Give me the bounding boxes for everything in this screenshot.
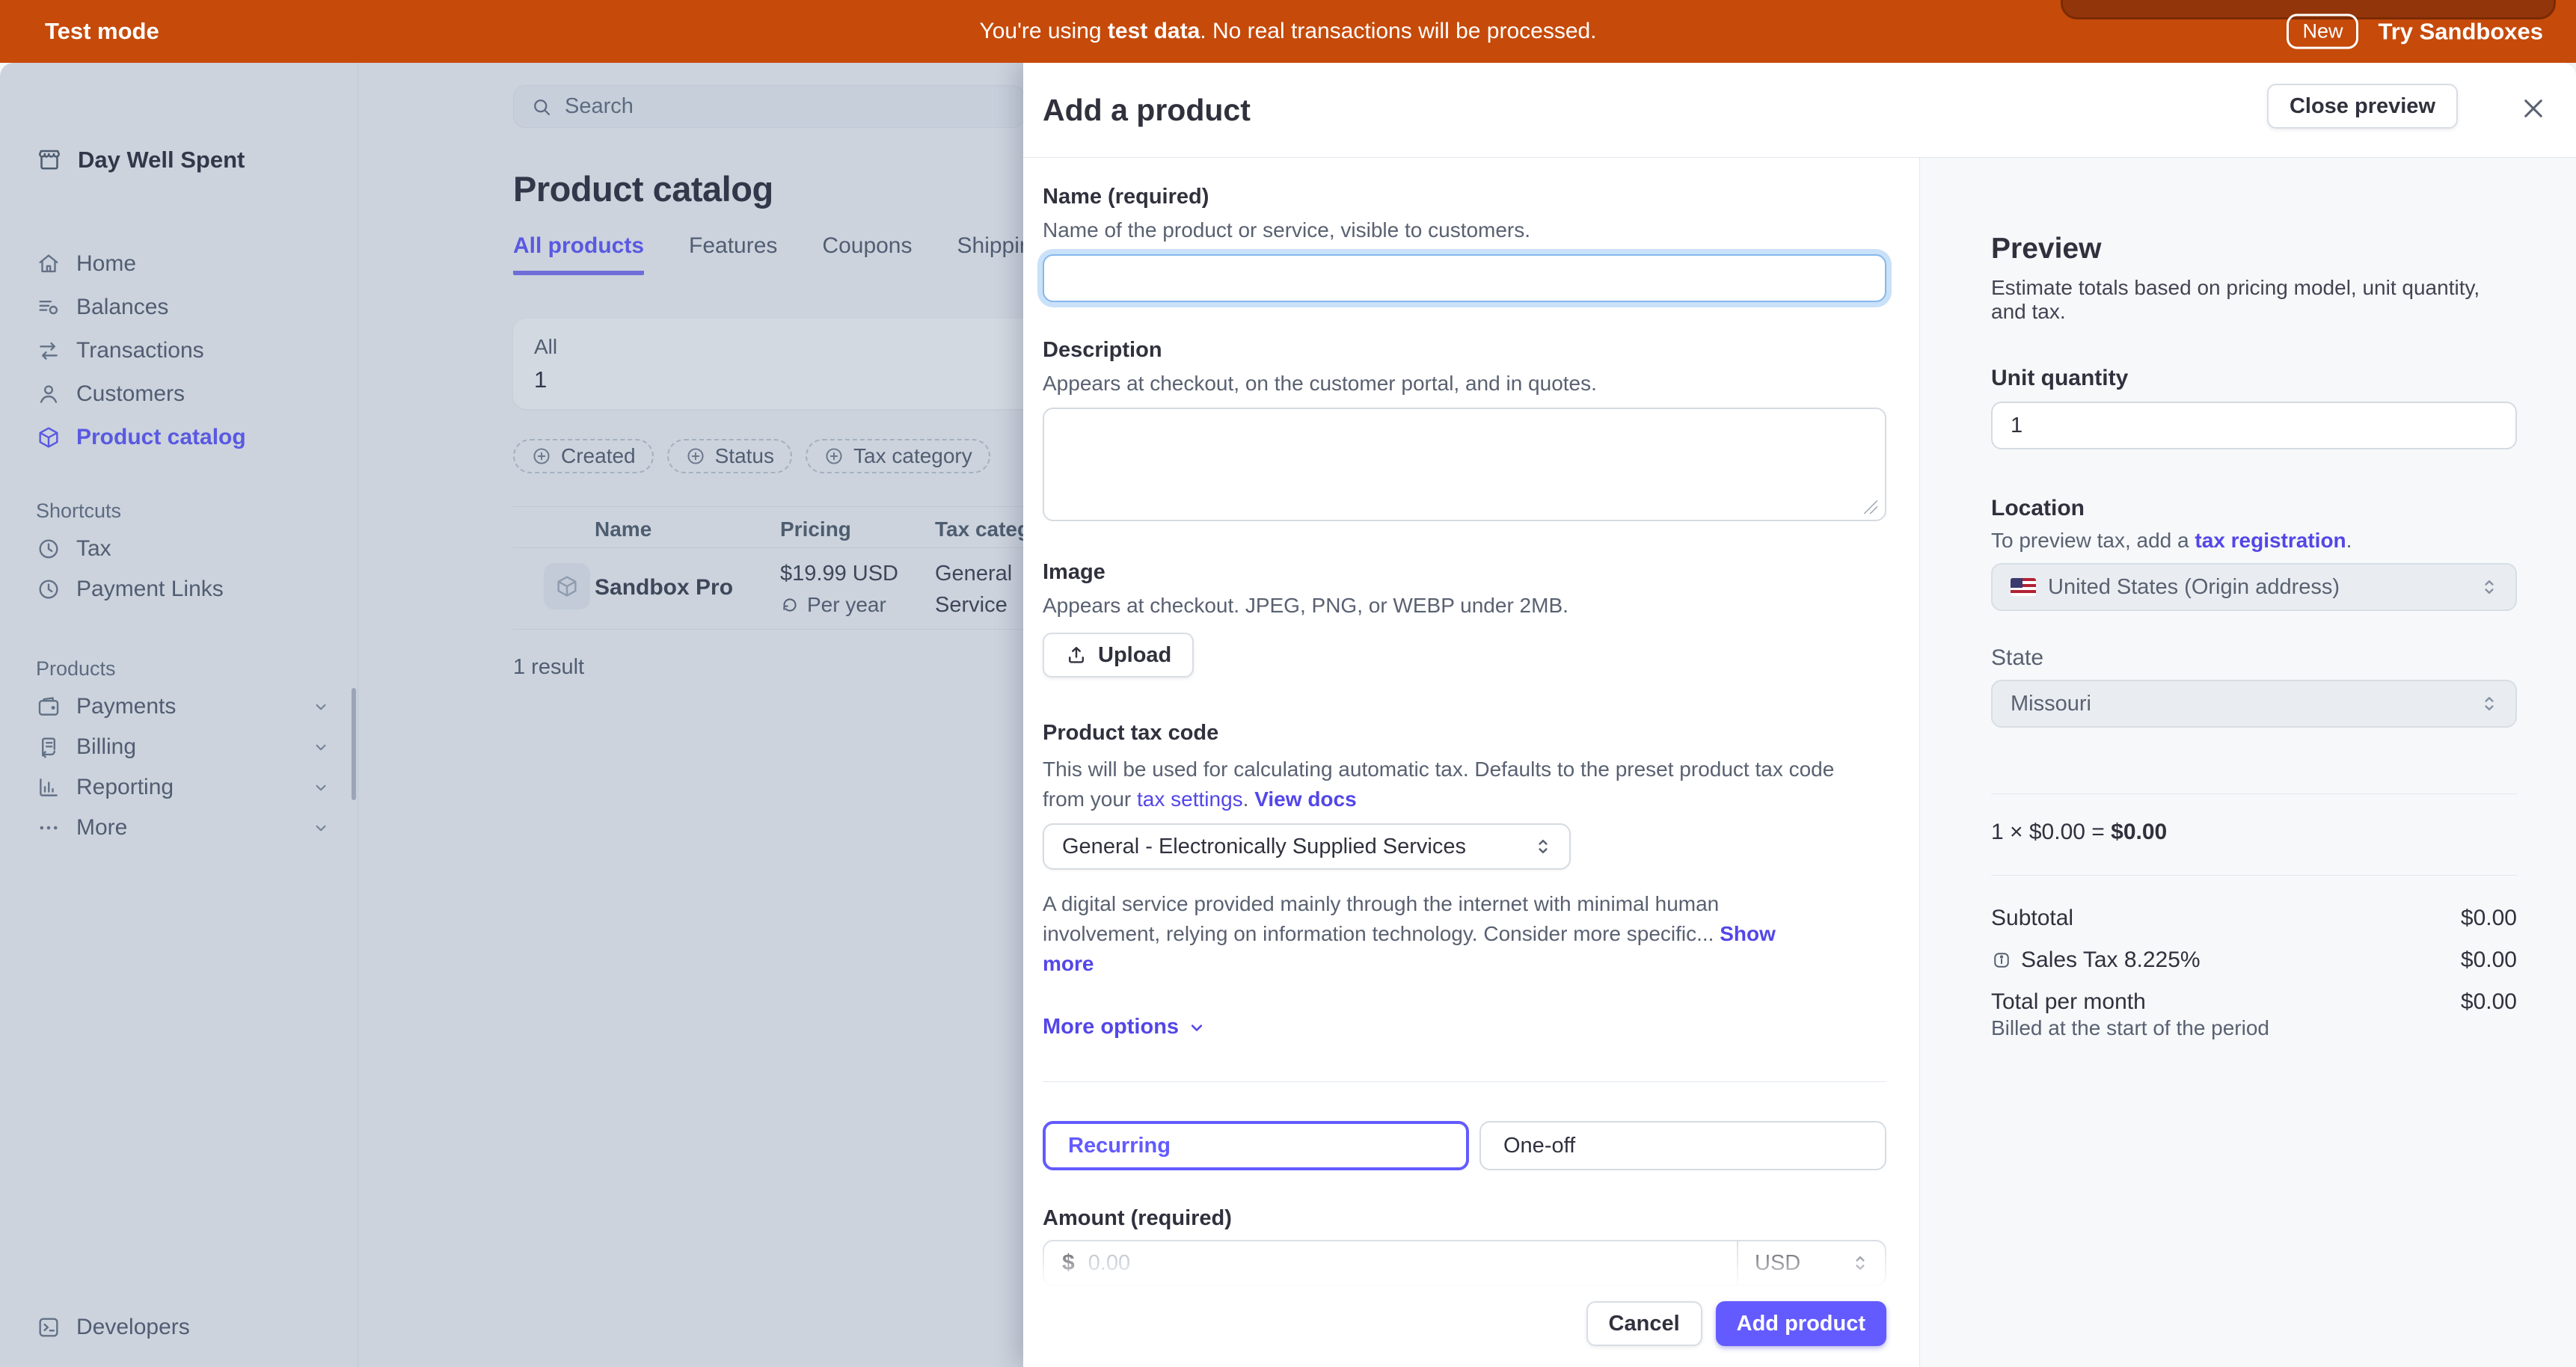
pricing-model-toggle: Recurring One-off [1043, 1121, 1886, 1170]
add-product-button[interactable]: Add product [1716, 1301, 1886, 1346]
add-product-modal: Add a product Close preview Name (requir… [1023, 63, 2576, 1367]
country-select[interactable]: United States (Origin address) [1991, 563, 2517, 611]
tax-code-label: Product tax code [1043, 721, 1886, 746]
sales-tax-value: $0.00 [2461, 947, 2517, 973]
tax-code-select[interactable]: General - Electronically Supplied Servic… [1043, 823, 1571, 870]
tax-description-text: A digital service provided mainly throug… [1043, 892, 1720, 945]
billed-note: Billed at the start of the period [1991, 1016, 2517, 1040]
modal-footer: Cancel Add product [1023, 1234, 1919, 1367]
line-item-expression: 1 × $0.00 = [1991, 820, 2111, 844]
state-label: State [1991, 645, 2517, 671]
subtotal-value: $0.00 [2461, 906, 2517, 931]
sales-tax-label: Sales Tax 8.225% [2021, 947, 2201, 973]
tax-code-value: General - Electronically Supplied Servic… [1062, 835, 1466, 859]
info-icon[interactable] [1991, 950, 2012, 971]
description-field[interactable] [1043, 408, 1886, 521]
select-chevrons-icon [1532, 835, 1554, 858]
test-mode-label: Test mode [45, 18, 159, 45]
resize-handle[interactable] [1864, 500, 1877, 514]
message-suffix: . No real transactions will be processed… [1200, 19, 1596, 43]
select-chevrons-icon [2478, 692, 2500, 715]
line-item-total: $0.00 [2111, 820, 2167, 844]
total-label: Total per month [1991, 989, 2146, 1015]
view-docs-link[interactable]: View docs [1254, 787, 1356, 811]
chevron-down-icon [1186, 1017, 1207, 1038]
message-prefix: You're using [979, 19, 1107, 43]
tax-code-description: A digital service provided mainly throug… [1043, 889, 1821, 979]
image-helper: Appears at checkout. JPEG, PNG, or WEBP … [1043, 591, 1886, 621]
amount-label: Amount (required) [1043, 1206, 1886, 1231]
state-value: Missouri [2011, 692, 2091, 716]
modal-title: Add a product [1043, 93, 1251, 128]
location-helper: To preview tax, add a tax registration. [1991, 529, 2517, 553]
state-select[interactable]: Missouri [1991, 680, 2517, 728]
preview-subtitle: Estimate totals based on pricing model, … [1991, 276, 2517, 324]
unit-quantity-field[interactable] [1991, 402, 2517, 449]
modal-header: Add a product Close preview [1023, 63, 2576, 158]
preview-title: Preview [1991, 233, 2517, 265]
close-icon[interactable] [2519, 94, 2548, 123]
country-value: United States (Origin address) [2048, 575, 2340, 600]
preview-panel: Preview Estimate totals based on pricing… [1919, 158, 2576, 1367]
tax-helper-period: . [1243, 787, 1255, 811]
more-options-toggle[interactable]: More options [1043, 1015, 1179, 1039]
upload-label: Upload [1098, 643, 1171, 668]
location-helper-text: To preview tax, add a [1991, 529, 2195, 552]
us-flag-icon [2011, 578, 2036, 596]
select-chevrons-icon [2478, 576, 2500, 598]
new-badge: New [2287, 14, 2358, 49]
upload-icon [1065, 644, 1088, 666]
line-item: 1 × $0.00 = $0.00 [1991, 820, 2517, 845]
name-field[interactable] [1043, 254, 1886, 302]
name-label: Name (required) [1043, 185, 1886, 209]
sales-tax-row: Sales Tax 8.225% $0.00 [1991, 947, 2517, 973]
name-helper: Name of the product or service, visible … [1043, 215, 1886, 245]
recurring-option[interactable]: Recurring [1043, 1121, 1469, 1170]
tax-registration-link[interactable]: tax registration [2195, 529, 2346, 552]
location-helper-suffix: . [2346, 529, 2352, 552]
test-data-message: You're using test data. No real transact… [979, 19, 1596, 44]
image-label: Image [1043, 560, 1886, 585]
try-sandboxes-button[interactable]: Try Sandboxes [2378, 18, 2543, 45]
description-label: Description [1043, 338, 1886, 363]
upload-button[interactable]: Upload [1043, 633, 1194, 678]
location-label: Location [1991, 496, 2517, 521]
one-off-option[interactable]: One-off [1479, 1121, 1886, 1170]
subtotal-row: Subtotal $0.00 [1991, 906, 2517, 931]
cancel-button[interactable]: Cancel [1586, 1301, 1702, 1346]
modal-backdrop[interactable] [0, 63, 1023, 1367]
test-mode-banner: Test mode You're using test data. No rea… [0, 0, 2576, 63]
close-preview-button[interactable]: Close preview [2267, 84, 2458, 129]
message-bold: test data [1108, 19, 1200, 43]
unit-quantity-label: Unit quantity [1991, 366, 2517, 391]
tax-settings-link[interactable]: tax settings [1137, 787, 1243, 811]
total-row: Total per month $0.00 [1991, 989, 2517, 1015]
subtotal-label: Subtotal [1991, 906, 2073, 931]
total-value: $0.00 [2461, 989, 2517, 1015]
product-form: Name (required) Name of the product or s… [1023, 158, 1919, 1367]
description-helper: Appears at checkout, on the customer por… [1043, 369, 1886, 399]
tax-code-helper: This will be used for calculating automa… [1043, 755, 1865, 814]
